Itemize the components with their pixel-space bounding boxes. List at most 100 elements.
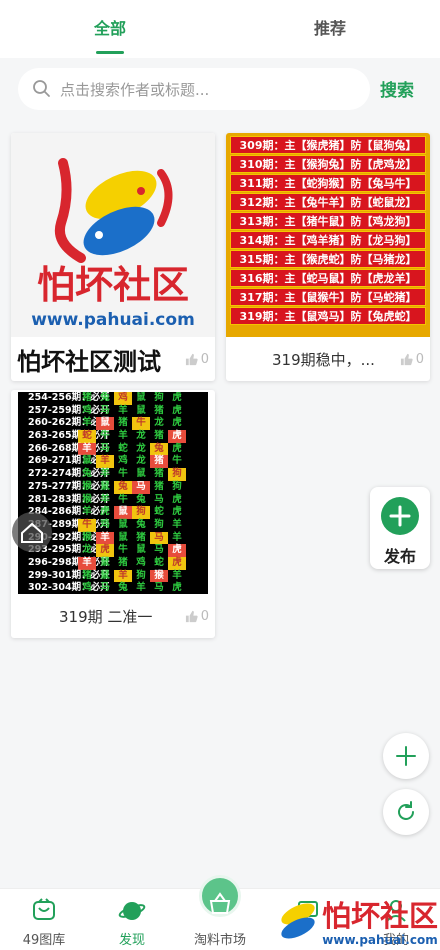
search-bar: 点击搜索作者或标题... 搜索 bbox=[0, 58, 440, 124]
table-row: 312期：主【兔牛羊】防【蛇鼠龙】 bbox=[230, 193, 426, 211]
grid-row-label: 266-268期：必开 bbox=[28, 442, 110, 454]
grid-row-label: 275-277期：必开 bbox=[28, 480, 110, 492]
zodiac-cell: 牛 bbox=[172, 455, 182, 467]
post-title: 怕坏社区测试 bbox=[17, 347, 161, 376]
zodiac-cell: 狗 bbox=[132, 506, 150, 519]
zodiac-cell: 虎 bbox=[168, 544, 186, 557]
add-float-button[interactable] bbox=[383, 733, 429, 779]
grid-row-label: 296-298期：必开 bbox=[28, 556, 110, 568]
grid-row: 272-274期：必开兔羊牛鼠猪狗 bbox=[18, 468, 208, 481]
grid-row: 302-304期：必开鸡马兔羊马虎 bbox=[18, 582, 208, 594]
zodiac-cell: 猪 bbox=[136, 531, 146, 543]
grid-row: 260-262期：必开羊鼠猪牛龙虎 bbox=[18, 417, 208, 431]
svg-text:www.pahuai.com: www.pahuai.com bbox=[322, 933, 437, 947]
zodiac-cell: 虎 bbox=[172, 582, 182, 594]
zodiac-cell: 虎 bbox=[168, 430, 186, 443]
post-title: 319期 二准一 bbox=[59, 607, 153, 626]
like-count[interactable]: 0 bbox=[185, 609, 209, 624]
zodiac-cell: 羊 bbox=[118, 404, 128, 416]
zodiac-cell: 猴 bbox=[82, 480, 92, 492]
zodiac-cell: 鼠 bbox=[82, 455, 92, 467]
table-row: 310期：主【猴狗兔】防【虎鸡龙】 bbox=[230, 155, 426, 173]
zodiac-cell: 兔 bbox=[136, 518, 146, 530]
thumbs-up-icon bbox=[400, 353, 413, 365]
zodiac-cell: 牛 bbox=[118, 468, 128, 480]
like-count[interactable]: 0 bbox=[400, 352, 424, 367]
zodiac-cell: 兔 bbox=[82, 468, 92, 480]
table-row: 315期：主【猴虎蛇】防【马猪龙】 bbox=[230, 250, 426, 268]
gallery-icon bbox=[33, 898, 55, 920]
like-count[interactable]: 0 bbox=[185, 352, 209, 367]
zodiac-cell: 牛 bbox=[100, 430, 110, 442]
zodiac-cell: 鸡 bbox=[100, 518, 110, 530]
basket-icon bbox=[209, 892, 231, 914]
search-input[interactable]: 点击搜索作者或标题... bbox=[18, 68, 370, 110]
zodiac-cell: 狗 bbox=[172, 480, 182, 492]
home-float-button[interactable] bbox=[12, 512, 52, 552]
table-row: 309期：主【猴虎猪】防【鼠狗兔】 bbox=[230, 136, 426, 154]
zodiac-cell: 猪 bbox=[154, 404, 164, 416]
zodiac-cell: 龙 bbox=[136, 430, 146, 442]
zodiac-cell: 猪 bbox=[118, 417, 128, 429]
table-row: 316期：主【蛇马鼠】防【虎龙羊】 bbox=[230, 269, 426, 287]
svg-text:怕坏社区: 怕坏社区 bbox=[322, 899, 438, 933]
publish-button[interactable]: 发布 bbox=[370, 487, 430, 569]
zodiac-cell: 羊 bbox=[82, 506, 92, 518]
post-card-2[interactable]: 309期：主【猴虎猪】防【鼠狗兔】 310期：主【猴狗兔】防【虎鸡龙】 311期：主… bbox=[226, 133, 430, 381]
zodiac-cell: 羊 bbox=[78, 556, 96, 570]
home-icon bbox=[21, 522, 43, 543]
post-image-logo: 怕坏社区 www.pahuai.com bbox=[11, 133, 215, 337]
search-button[interactable]: 搜索 bbox=[380, 76, 414, 101]
zodiac-cell: 羊 bbox=[82, 417, 92, 429]
zodiac-cell: 鼠 bbox=[118, 518, 128, 530]
zodiac-cell: 马 bbox=[150, 531, 168, 545]
zodiac-cell: 龙 bbox=[82, 544, 92, 556]
table-row: 317期：主【鼠猴牛】防【马蛇猪】 bbox=[230, 288, 426, 306]
table-row: 319期：主【鼠鸡马】防【兔虎蛇】 bbox=[230, 307, 426, 325]
zodiac-cell: 蛇 bbox=[118, 442, 128, 454]
zodiac-cell: 猴 bbox=[82, 531, 92, 543]
zodiac-cell: 鸡 bbox=[82, 582, 92, 594]
zodiac-cell: 鼠 bbox=[100, 556, 110, 568]
grid-row: 254-256期：必开猪兔鸡鼠狗虎 bbox=[18, 392, 208, 405]
table-row: 313期：主【猪牛鼠】防【鸡龙狗】 bbox=[230, 212, 426, 230]
zodiac-cell: 牛 bbox=[118, 544, 128, 556]
zodiac-cell: 羊 bbox=[136, 582, 146, 594]
zodiac-cell: 鸡 bbox=[114, 392, 132, 405]
zodiac-cell: 羊 bbox=[172, 569, 182, 581]
zodiac-cell: 鼠 bbox=[136, 404, 146, 416]
zodiac-cell: 鼠 bbox=[136, 468, 146, 480]
post-card-1[interactable]: 怕坏社区 www.pahuai.com 怕坏社区测试 0 bbox=[11, 133, 215, 381]
grid-row: 296-298期：必开羊鼠猪鸡蛇虎 bbox=[18, 556, 208, 570]
tab-all[interactable]: 全部 bbox=[0, 0, 220, 58]
watermark-fish-icon: 怕坏社区 www.pahuai.com bbox=[281, 899, 438, 947]
zodiac-cell: 猪 bbox=[82, 392, 92, 403]
zodiac-cell: 狗 bbox=[168, 468, 186, 481]
zodiac-cell: 马 bbox=[154, 493, 164, 505]
grid-row: 257-259期：必开鸡马羊鼠猪虎 bbox=[18, 405, 208, 418]
nav-gallery[interactable]: 49图库 bbox=[0, 889, 88, 950]
zodiac-cell: 龙 bbox=[136, 442, 146, 454]
fish-logo-icon: 怕坏社区 www.pahuai.com bbox=[11, 133, 215, 337]
zodiac-cell: 羊 bbox=[172, 531, 182, 543]
zodiac-cell: 虎 bbox=[168, 556, 186, 570]
nav-discover[interactable]: 发现 bbox=[88, 889, 176, 950]
zodiac-cell: 羊 bbox=[172, 518, 182, 530]
zodiac-cell: 蛇 bbox=[154, 556, 164, 568]
zodiac-cell: 狗 bbox=[154, 518, 164, 530]
zodiac-cell: 鼠 bbox=[136, 392, 146, 403]
zodiac-cell: 狗 bbox=[136, 569, 146, 581]
post-image-table: 309期：主【猴虎猪】防【鼠狗兔】 310期：主【猴狗兔】防【虎鸡龙】 311期：主… bbox=[226, 133, 430, 337]
tab-recommend[interactable]: 推荐 bbox=[220, 0, 440, 58]
plus-icon bbox=[381, 497, 419, 535]
zodiac-cell: 牛 bbox=[78, 518, 96, 532]
logo-text: 怕坏社区 bbox=[37, 263, 189, 307]
grid-row-label: 269-271期：必开 bbox=[28, 455, 110, 467]
zodiac-cell: 马 bbox=[132, 480, 150, 494]
refresh-float-button[interactable] bbox=[383, 789, 429, 835]
zodiac-cell: 马 bbox=[154, 544, 164, 556]
zodiac-cell: 虎 bbox=[172, 506, 182, 518]
post-image-grid: 254-256期：必开猪兔鸡鼠狗虎 257-259期：必开鸡马羊鼠猪虎 260-26… bbox=[18, 392, 208, 594]
zodiac-cell: 虎 bbox=[100, 506, 110, 518]
nav-market[interactable]: 淘料市场 bbox=[176, 875, 264, 950]
